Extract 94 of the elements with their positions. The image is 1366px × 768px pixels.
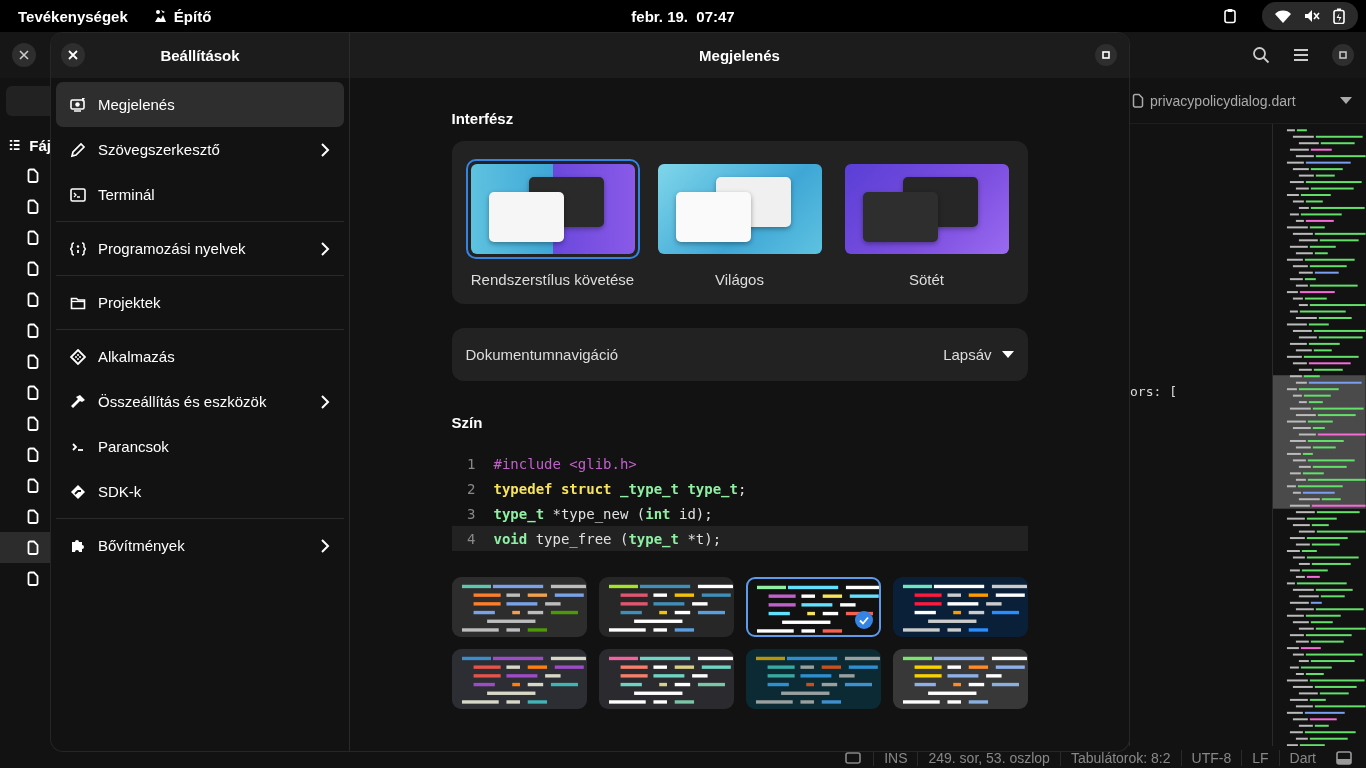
- sidebar-title: Beállítások: [160, 47, 240, 64]
- line-number: 2: [466, 480, 477, 497]
- file-icon: [27, 478, 39, 493]
- status-item[interactable]: LF: [1241, 749, 1279, 766]
- caret-icon[interactable]: [1340, 96, 1352, 105]
- close-icon: [19, 50, 29, 60]
- option-label: Rendszerstílus követése: [470, 271, 635, 288]
- hammer-icon: [70, 393, 86, 410]
- code-icon: [70, 240, 86, 257]
- file-icon: [27, 416, 39, 431]
- color-scheme-option[interactable]: [598, 577, 734, 637]
- color-scheme-option[interactable]: [451, 577, 587, 637]
- sidebar-item[interactable]: Programozási nyelvek: [56, 226, 344, 271]
- line-number: 3: [466, 505, 477, 522]
- system-status-button[interactable]: [1262, 2, 1358, 30]
- app-menu-button[interactable]: Építő: [143, 3, 220, 29]
- activities-button[interactable]: Tevékenységek: [10, 3, 136, 29]
- file-icon: [27, 261, 39, 276]
- window-button[interactable]: [1332, 44, 1354, 66]
- color-scheme-option[interactable]: [451, 649, 587, 709]
- line-number: 1: [466, 455, 477, 472]
- section-heading: Szín: [451, 414, 484, 431]
- caret-icon: [1001, 350, 1014, 359]
- file-icon: [27, 323, 39, 338]
- appearance-icon: [70, 96, 86, 113]
- file-row[interactable]: [0, 532, 51, 563]
- terminal-icon: [70, 186, 86, 203]
- dropdown-button[interactable]: Lapsáv: [943, 342, 1014, 367]
- square-icon: [1102, 51, 1110, 59]
- clipboard-icon[interactable]: [1222, 8, 1238, 24]
- color-scheme-option[interactable]: [892, 577, 1028, 637]
- file-icon: [27, 447, 39, 462]
- sidebar-item[interactable]: SDK-k: [56, 469, 344, 514]
- file-icon: [27, 292, 39, 307]
- sdk-icon: [70, 483, 86, 500]
- file-icon: [27, 230, 39, 245]
- file-icon: [27, 385, 39, 400]
- close-button[interactable]: [12, 43, 36, 67]
- menu-icon[interactable]: [1292, 47, 1310, 63]
- color-scheme-option[interactable]: [598, 649, 734, 709]
- sidebar-item[interactable]: Alkalmazás: [56, 334, 344, 379]
- puzzle-icon: [70, 537, 86, 554]
- code-line: #include <glib.h>: [493, 455, 637, 472]
- battery-icon: [1332, 8, 1346, 24]
- file-icon: [27, 571, 39, 586]
- sidebar-item[interactable]: Terminál: [56, 172, 344, 217]
- line-number: 4: [466, 530, 477, 547]
- file-icon: [27, 168, 39, 183]
- sidebar-item[interactable]: Bővítmények: [56, 523, 344, 568]
- panel-icon[interactable]: [845, 750, 862, 765]
- app-icon: [70, 348, 86, 365]
- code-line: void type_free (type_t *t);: [493, 530, 722, 547]
- code-line: typedef struct _type_t type_t;: [493, 480, 747, 497]
- dialog-title: Megjelenés: [699, 47, 780, 64]
- file-icon: [27, 199, 39, 214]
- clock-button[interactable]: febr. 19. 07:47: [623, 3, 743, 29]
- chevron-icon: [320, 394, 330, 409]
- chevron-icon: [320, 142, 330, 157]
- section-heading: Interfész: [451, 110, 515, 127]
- row-label: Dokumentumnavigáció: [465, 346, 619, 363]
- sidebar-item[interactable]: Projektek: [56, 280, 344, 325]
- tab-title: privacypolicydialog.dart: [1150, 92, 1297, 109]
- color-scheme-option[interactable]: [892, 649, 1028, 709]
- check-icon: [854, 611, 873, 629]
- color-scheme-option[interactable]: [745, 649, 881, 709]
- muted-speaker-icon: [1304, 8, 1320, 24]
- bottom-panel-icon[interactable]: [1336, 750, 1352, 765]
- style-option[interactable]: [465, 159, 640, 259]
- maximize-button[interactable]: [1095, 44, 1117, 66]
- file-icon: [1132, 93, 1144, 108]
- search-icon[interactable]: [1252, 46, 1270, 64]
- chevron-icon: [320, 241, 330, 256]
- files-heading: Fáj: [29, 136, 51, 154]
- sidebar-item[interactable]: Megjelenés: [56, 82, 344, 127]
- close-button[interactable]: [61, 43, 85, 67]
- list-icon: [9, 138, 21, 152]
- status-item[interactable]: UTF-8: [1180, 749, 1242, 766]
- file-icon: [27, 354, 39, 369]
- color-scheme-option[interactable]: [745, 577, 881, 637]
- sidebar-item[interactable]: Összeállítás és eszközök: [56, 379, 344, 424]
- code-text: ors: [: [1130, 384, 1177, 399]
- square-icon: [1339, 51, 1347, 59]
- option-label: Világos: [715, 271, 764, 288]
- option-label: Sötét: [909, 271, 944, 288]
- chevron-icon: [320, 538, 330, 553]
- sidebar-item[interactable]: Szövegszerkesztő: [56, 127, 344, 172]
- close-icon: [68, 50, 78, 60]
- file-icon: [27, 509, 39, 524]
- file-icon: [27, 540, 39, 555]
- sidebar-item[interactable]: Parancsok: [56, 424, 344, 469]
- wifi-icon: [1274, 8, 1292, 24]
- pencil-icon: [70, 141, 86, 158]
- status-item[interactable]: Dart: [1278, 749, 1326, 766]
- code-line: type_t *type_new (int id);: [493, 505, 713, 522]
